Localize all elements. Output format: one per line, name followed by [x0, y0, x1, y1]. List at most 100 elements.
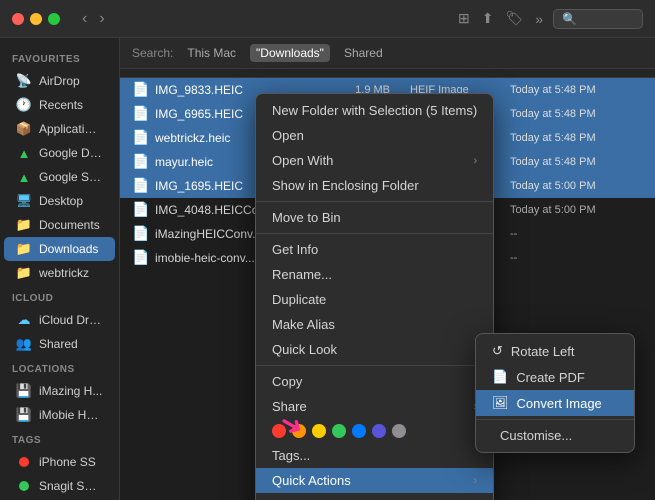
sidebar-item-applications[interactable]: 📦Applications	[4, 117, 115, 141]
file-icon: 📄	[132, 129, 150, 147]
tag-icon[interactable]: 🏷	[503, 8, 525, 29]
back-button[interactable]: ‹	[78, 8, 91, 30]
minimize-button[interactable]	[30, 13, 42, 25]
sidebar-section-0: Favourites	[0, 46, 119, 69]
tab-downloads[interactable]: "Downloads"	[250, 44, 330, 62]
menu-item-label: Get Info	[272, 242, 318, 257]
menu-item-open-with[interactable]: Open With›	[256, 148, 493, 173]
close-button[interactable]	[12, 13, 24, 25]
grid-icon[interactable]: ⊞	[456, 8, 472, 29]
menu-item-label: Show in Enclosing Folder	[272, 178, 419, 193]
forward-button[interactable]: ›	[95, 8, 108, 30]
menu-item-tags---[interactable]: Tags...	[256, 443, 493, 468]
more-icon[interactable]: »	[533, 9, 545, 29]
file-icon: 📄	[132, 153, 150, 171]
file-date: Today at 5:00 PM	[510, 180, 643, 192]
submenu-item-rotate-left[interactable]: ↺Rotate Left	[476, 338, 634, 364]
sidebar-item-google-dri---[interactable]: ▲Google Dri...	[4, 141, 115, 165]
sidebar-item-airdrop[interactable]: 📡AirDrop	[4, 69, 115, 93]
submenu-item-create-pdf[interactable]: 📄Create PDF	[476, 364, 634, 390]
submenu-arrow-icon: ›	[474, 475, 478, 487]
menu-item-label: Open With	[272, 153, 333, 168]
menu-item-move-to-bin[interactable]: Move to Bin	[256, 205, 493, 230]
sidebar-item-icon: ☁	[16, 312, 32, 328]
menu-item-label: Move to Bin	[272, 210, 341, 225]
color-swatch-6[interactable]	[392, 424, 406, 438]
menu-item-make-alias[interactable]: Make Alias	[256, 312, 493, 337]
menu-item-copy[interactable]: Copy	[256, 369, 493, 394]
menu-item-label: Share	[272, 399, 307, 414]
context-menu: New Folder with Selection (5 Items)OpenO…	[255, 93, 494, 500]
menu-separator	[256, 201, 493, 202]
sidebar-item-label: Google Sync	[39, 170, 103, 184]
sidebar-item-icon	[16, 454, 32, 470]
menu-item-label: Tags...	[272, 448, 310, 463]
menu-item-open[interactable]: Open	[256, 123, 493, 148]
file-date: Today at 5:48 PM	[510, 84, 643, 96]
color-swatch-0[interactable]	[272, 424, 286, 438]
file-icon: 📄	[132, 225, 150, 243]
menu-item-rename---[interactable]: Rename...	[256, 262, 493, 287]
sidebar-item-icloud-drive[interactable]: ☁iCloud Drive	[4, 308, 115, 332]
search-bar: Search: This Mac "Downloads" Shared	[120, 38, 655, 69]
sidebar-item-label: iMazing H...	[39, 384, 102, 398]
sidebar-item-icon: 📁	[16, 241, 32, 257]
sidebar-item-google-sync[interactable]: ▲Google Sync	[4, 165, 115, 189]
color-swatch-2[interactable]	[312, 424, 326, 438]
sidebar-item-label: Google Dri...	[39, 146, 103, 160]
sidebar-item-documents[interactable]: 📁 Documents	[4, 213, 115, 237]
sidebar-item-imobie-hei---[interactable]: 💾iMobie HEI...	[4, 403, 115, 427]
sidebar-item-imazing-h---[interactable]: 💾iMazing H...	[4, 379, 115, 403]
sidebar-item-label: iPhone SS	[39, 455, 96, 469]
color-swatch-5[interactable]	[372, 424, 386, 438]
sidebar-item-label: Documents	[39, 218, 100, 232]
color-swatch-1[interactable]	[292, 424, 306, 438]
file-date: Today at 5:48 PM	[510, 156, 643, 168]
menu-item-new-folder-with-selection--5-items-[interactable]: New Folder with Selection (5 Items)	[256, 98, 493, 123]
sidebar-section-3: Tags	[0, 427, 119, 450]
sidebar-item-label: iMobie HEI...	[39, 408, 103, 422]
menu-item-get-info[interactable]: Get Info	[256, 237, 493, 262]
submenu-item-customise---[interactable]: Customise...	[476, 423, 634, 448]
sidebar-item-recents[interactable]: 🕐Recents	[4, 93, 115, 117]
sidebar-item-downloads[interactable]: 📁Downloads	[4, 237, 115, 261]
menu-item-share[interactable]: Share›	[256, 394, 493, 419]
menu-item-label: Rename...	[272, 267, 332, 282]
file-icon: 📄	[132, 81, 150, 99]
menu-item-quick-look[interactable]: Quick Look	[256, 337, 493, 362]
menu-item-label: Quick Look	[272, 342, 337, 357]
menu-item-quick-actions[interactable]: Quick Actions ›	[256, 468, 493, 493]
color-swatch-4[interactable]	[352, 424, 366, 438]
menu-item-label: Copy	[272, 374, 302, 389]
sidebar-item-icon: 📦	[16, 121, 32, 137]
submenu-item-icon: ↺	[492, 343, 503, 359]
color-swatch-3[interactable]	[332, 424, 346, 438]
menu-separator	[256, 365, 493, 366]
sidebar-item-icon: 📁	[16, 217, 32, 233]
color-swatches	[256, 419, 493, 443]
file-date: Today at 5:00 PM	[510, 204, 643, 216]
file-icon: 📄	[132, 201, 150, 219]
submenu-item-icon: 📄	[492, 369, 508, 385]
sidebar-item-shared[interactable]: 👥Shared	[4, 332, 115, 356]
sidebar-item-webtrickz[interactable]: 📁webtrickz	[4, 261, 115, 285]
maximize-button[interactable]	[48, 13, 60, 25]
menu-item-label: Quick Actions	[272, 473, 351, 488]
tab-this-mac[interactable]: This Mac	[181, 44, 242, 62]
sidebar-item-desktop[interactable]: 🖥Desktop	[4, 189, 115, 213]
file-date: --	[510, 252, 643, 264]
sidebar-section-1: iCloud	[0, 285, 119, 308]
sidebar-item-label: Snagit Saved	[39, 479, 103, 493]
tab-shared[interactable]: Shared	[338, 44, 389, 62]
share-icon[interactable]: ⬆	[480, 8, 496, 29]
menu-item-set-desktop-picture[interactable]: Set Desktop Picture	[256, 493, 493, 500]
search-box[interactable]: 🔍	[553, 9, 643, 29]
submenu: ↺Rotate Left📄Create PDF🖼Convert Image Cus…	[475, 333, 635, 453]
sidebar-item-iphone-ss[interactable]: iPhone SS	[4, 450, 115, 474]
sidebar-item-icon: 🕐	[16, 97, 32, 113]
tag-dot	[19, 481, 29, 491]
menu-item-show-in-enclosing-folder[interactable]: Show in Enclosing Folder	[256, 173, 493, 198]
menu-item-duplicate[interactable]: Duplicate	[256, 287, 493, 312]
submenu-item-convert-image[interactable]: 🖼Convert Image	[476, 390, 634, 416]
sidebar-item-snagit-saved[interactable]: Snagit Saved	[4, 474, 115, 498]
